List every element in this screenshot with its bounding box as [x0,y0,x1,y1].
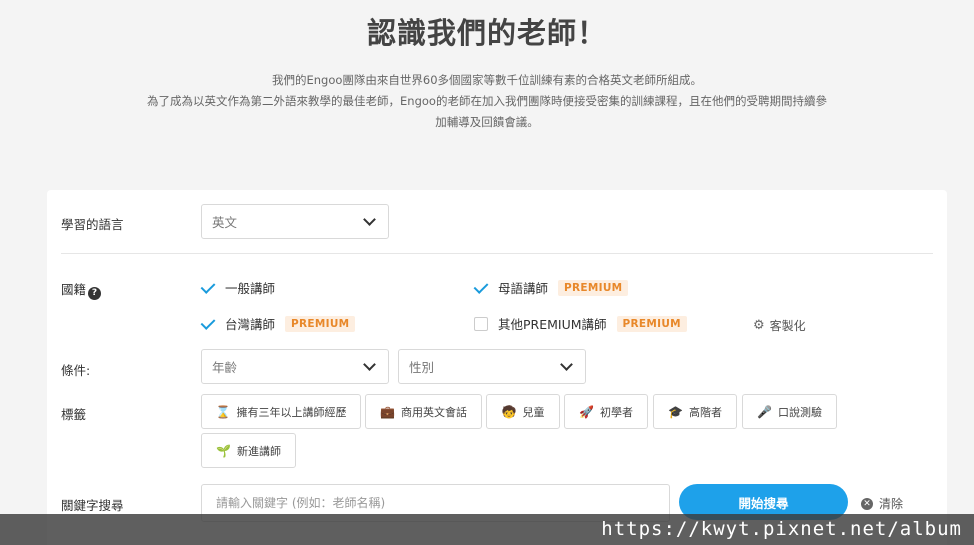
tag-experienced-teacher[interactable]: ⌛ 擁有三年以上講師經歷 [201,394,361,429]
search-filter-card: 學習的語言 英文 國籍? 一般講師 母語講師 PREMIUM 台灣講師 PREM… [47,190,947,545]
nationality-option-other-premium[interactable]: 其他PREMIUM講師 PREMIUM [474,314,687,333]
gender-select-value: 性別 [409,360,435,375]
language-label: 學習的語言 [61,217,124,232]
watermark: https://kwyt.pixnet.net/album [0,514,974,545]
clear-button[interactable]: ✕ 清除 [861,495,903,512]
intro-line-1: 我們的Engoo團隊由來自世界60多個國家等數千位訓練有素的合格英文老師所組成。 [271,73,703,87]
child-icon: 🧒 [501,404,517,419]
chevron-down-icon [363,212,376,226]
page-title: 認識我們的老師！ [366,16,607,50]
tag-label: 新進講師 [236,444,281,458]
tag-children[interactable]: 🧒 兒童 [486,394,560,429]
tag-new-teacher[interactable]: 🌱 新進講師 [201,433,296,468]
checkbox-unchecked-icon[interactable] [474,316,488,331]
tag-advanced[interactable]: 🎓 高階者 [653,394,737,429]
customize-link[interactable]: ⚙ 客製化 [753,317,806,334]
clear-label: 清除 [879,497,904,511]
intro-text: 我們的Engoo團隊由來自世界60多個國家等數千位訓練有素的合格英文老師所組成。… [90,70,884,133]
nationality-option-label: 母語講師 [498,281,549,296]
nationality-option-label: 台灣講師 [225,317,276,332]
premium-badge: PREMIUM [558,279,629,296]
gender-select[interactable]: 性別 [398,349,586,384]
microphone-icon: 🎤 [757,404,772,419]
language-select-value: 英文 [212,215,238,230]
hourglass-icon: ⌛ [215,404,231,419]
chevron-down-icon [363,357,376,371]
tag-business-english[interactable]: 💼 商用英文會話 [365,394,482,429]
tag-label: 高階者 [688,405,722,419]
sprout-icon: 🌱 [216,443,231,458]
age-select-value: 年齡 [212,360,238,375]
question-circle-icon[interactable]: ? [88,286,102,300]
graduation-cap-icon: 🎓 [668,404,683,419]
age-select[interactable]: 年齡 [201,349,389,384]
tag-label: 擁有三年以上講師經歷 [236,405,347,419]
tag-speaking-test[interactable]: 🎤 口說測驗 [742,394,837,429]
gear-icon: ⚙ [753,318,765,333]
checkbox-checked-icon[interactable] [201,281,215,295]
tags-label: 標籤 [61,407,87,422]
close-circle-icon: ✕ [861,497,873,510]
tag-label: 兒童 [522,405,545,419]
intro-line-3: 加輔導及回饋會議。 [435,115,539,129]
nationality-option-general[interactable]: 一般講師 [201,278,275,297]
premium-badge: PREMIUM [285,315,356,332]
keyword-label: 關鍵字搜尋 [61,498,124,513]
premium-badge: PREMIUM [616,315,687,332]
tag-label: 口說測驗 [777,405,822,419]
nationality-option-native[interactable]: 母語講師 PREMIUM [474,278,629,297]
tag-label: 初學者 [599,405,633,419]
divider [61,253,933,254]
nationality-label-text: 國籍 [61,282,87,297]
nationality-option-label: 一般講師 [225,281,276,296]
chevron-down-icon [560,357,573,371]
rocket-icon: 🚀 [579,404,594,419]
intro-line-2: 為了成為以英文作為第二外語來教學的最佳老師，Engoo的老師在加入我們團隊時便接… [147,94,827,108]
briefcase-icon: 💼 [380,404,395,419]
language-select[interactable]: 英文 [201,204,389,239]
customize-label: 客製化 [769,319,806,333]
conditions-label: 條件: [61,363,91,378]
nationality-option-taiwan[interactable]: 台灣講師 PREMIUM [201,314,356,333]
tag-beginner[interactable]: 🚀 初學者 [564,394,648,429]
checkbox-checked-icon[interactable] [474,281,488,295]
nationality-option-label: 其他PREMIUM講師 [498,317,607,332]
nationality-label: 國籍? [61,279,102,300]
checkbox-checked-icon[interactable] [201,317,215,331]
tag-label: 商用英文會話 [400,405,467,419]
